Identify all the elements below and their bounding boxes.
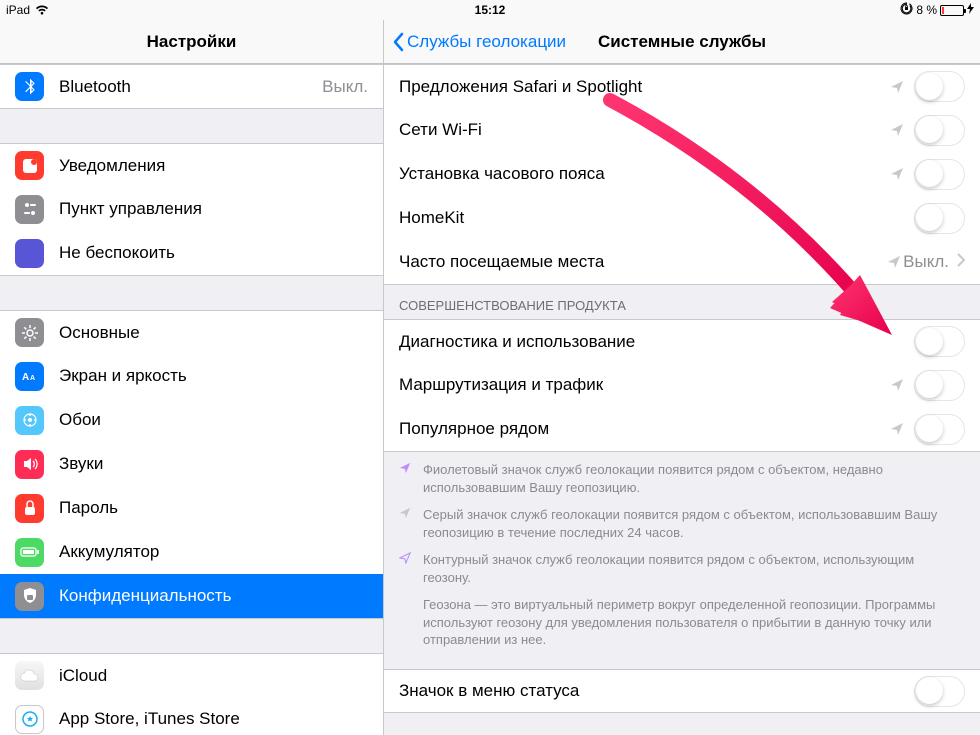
sidebar-label: Не беспокоить [59,243,368,263]
chevron-right-icon [957,253,965,272]
row-label: Популярное рядом [399,419,890,439]
sidebar-item-general[interactable]: Основные [0,310,383,354]
sidebar-item-appstore[interactable]: App Store, iTunes Store [0,697,383,735]
toggle-switch[interactable] [914,326,965,357]
sidebar-label: iCloud [59,666,368,686]
wifi-icon [35,5,49,15]
row-label: Установка часового пояса [399,164,890,184]
sidebar-item-privacy[interactable]: Конфиденциальность [0,574,383,618]
svg-text:A: A [30,375,35,382]
detail-pane: Службы геолокации Системные службы Предл… [384,20,980,735]
status-time: 15:12 [475,3,506,17]
row-label: Сети Wi-Fi [399,120,890,140]
sidebar-label: Конфиденциальность [59,586,368,606]
sidebar-label: Bluetooth [59,77,322,97]
sidebar-label: Звуки [59,454,368,474]
sidebar-value: Выкл. [322,77,368,97]
row-label: HomeKit [399,208,914,228]
toggle-switch[interactable] [914,115,965,146]
status-bar: iPad 15:12 8 % [0,0,980,20]
footer-note: Фиолетовый значок служб геолокации появи… [423,461,965,496]
back-button[interactable]: Службы геолокации [392,32,566,52]
row-status-icon[interactable]: Значок в меню статуса [384,669,980,713]
sidebar-item-control-center[interactable]: Пункт управления [0,187,383,231]
svg-text:A: A [22,372,29,383]
toggle-switch[interactable] [914,71,965,102]
footer-note: Контурный значок служб геолокации появит… [423,551,965,586]
battery-percent: 8 % [916,3,937,17]
section-header-improvement: Совершенствование продукта [384,284,980,319]
settings-sidebar: Настройки Bluetooth Выкл. Уведомления Пу… [0,20,384,735]
row-label: Значок в меню статуса [399,681,914,701]
row-timezone[interactable]: Установка часового пояса [384,152,980,196]
footer-note: Серый значок служб геолокации появится р… [423,506,965,541]
sidebar-item-icloud[interactable]: iCloud [0,653,383,697]
location-arrow-icon [399,461,417,496]
row-label: Диагностика и использование [399,332,914,352]
detail-title: Системные службы [598,32,766,52]
row-routing-traffic[interactable]: Маршрутизация и трафик [384,363,980,407]
sidebar-label: Аккумулятор [59,542,368,562]
sidebar-label: Экран и яркость [59,366,368,386]
toggle-switch[interactable] [914,370,965,401]
sidebar-label: Уведомления [59,156,368,176]
charging-icon [967,3,974,17]
row-popular-nearby[interactable]: Популярное рядом [384,407,980,451]
orientation-lock-icon [900,2,913,18]
sidebar-navbar: Настройки [0,20,383,64]
row-label: Предложения Safari и Spotlight [399,77,890,97]
sidebar-label: Обои [59,410,368,430]
sidebar-label: Пункт управления [59,199,368,219]
sidebar-item-bluetooth[interactable]: Bluetooth Выкл. [0,64,383,108]
location-arrow-icon [890,123,904,137]
location-arrow-icon [887,255,901,269]
location-arrow-icon [890,422,904,436]
location-arrow-icon [399,551,417,586]
back-label: Службы геолокации [407,32,566,52]
sidebar-label: App Store, iTunes Store [59,709,368,729]
sidebar-item-passcode[interactable]: Пароль [0,486,383,530]
sidebar-item-battery[interactable]: Аккумулятор [0,530,383,574]
sidebar-label: Основные [59,323,368,343]
toggle-switch[interactable] [914,676,965,707]
toggle-switch[interactable] [914,203,965,234]
sidebar-item-dnd[interactable]: Не беспокоить [0,231,383,275]
location-arrow-icon [399,506,417,541]
location-arrow-icon [890,80,904,94]
toggle-switch[interactable] [914,159,965,190]
sidebar-item-wallpaper[interactable]: Обои [0,398,383,442]
detail-navbar: Службы геолокации Системные службы [384,20,980,64]
sidebar-item-sounds[interactable]: Звуки [0,442,383,486]
row-wifi-networks[interactable]: Сети Wi-Fi [384,108,980,152]
sidebar-label: Пароль [59,498,368,518]
location-arrow-icon [890,167,904,181]
footer-notes: Фиолетовый значок служб геолокации появи… [384,451,980,669]
sidebar-item-display[interactable]: AA Экран и яркость [0,354,383,398]
sidebar-item-notifications[interactable]: Уведомления [0,143,383,187]
row-label: Маршрутизация и трафик [399,375,890,395]
sidebar-title: Настройки [147,32,237,52]
row-safari-spotlight[interactable]: Предложения Safari и Spotlight [384,64,980,108]
footer-note: Геозона — это виртуальный периметр вокру… [423,596,965,649]
row-label: Часто посещаемые места [399,252,887,272]
row-frequent-locations[interactable]: Часто посещаемые места Выкл. [384,240,980,284]
toggle-switch[interactable] [914,414,965,445]
row-diagnostics[interactable]: Диагностика и использование [384,319,980,363]
location-arrow-icon [890,378,904,392]
row-homekit[interactable]: HomeKit [384,196,980,240]
battery-icon [940,5,964,16]
row-value: Выкл. [903,252,949,272]
device-label: iPad [6,3,30,17]
